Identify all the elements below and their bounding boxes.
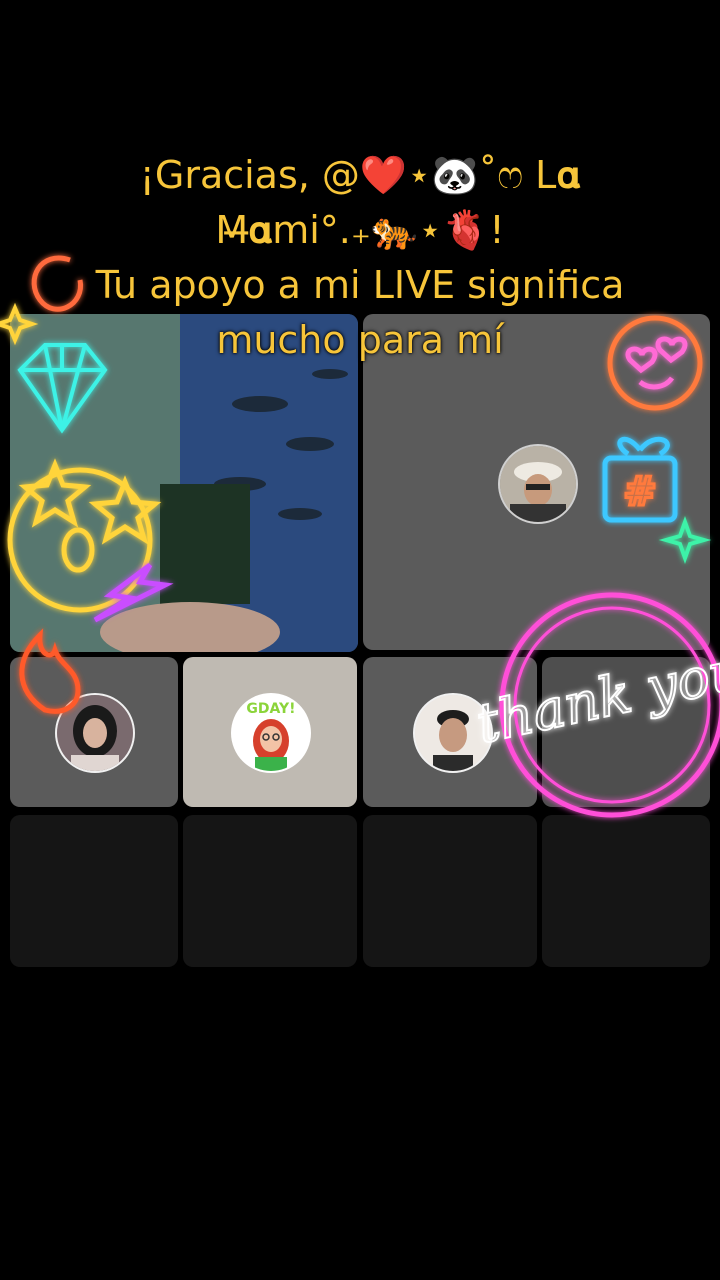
gift-icon: # (602, 436, 678, 523)
banner-line-1: ¡Gracias, @❤️⋆🐼˚ෆ L𝛂 (139, 153, 581, 197)
thank-you-neon-sign: thank you (470, 592, 720, 818)
banner-line-2: M̶𝛂mi°.₊🐅⋆🫀! (215, 208, 505, 252)
svg-text:#: # (623, 469, 657, 515)
banner-line-3: Tu apoyo a mi LIVE significa (95, 263, 625, 307)
banner-line-4: mucho para mí (216, 318, 504, 362)
fire-icon (19, 628, 81, 714)
svg-text:thank you: thank you (471, 638, 720, 756)
star-eyes-emoji-icon (7, 458, 162, 613)
thank-you-banner: ¡Gracias, @❤️⋆🐼˚ෆ L𝛂 M̶𝛂mi°.₊🐅⋆🫀! Tu apo… (0, 148, 720, 368)
live-multi-guest-stage: GDAY! # thank you ¡Gracias, @❤️⋆🐼˚ෆ L𝛂 M… (0, 0, 720, 1280)
